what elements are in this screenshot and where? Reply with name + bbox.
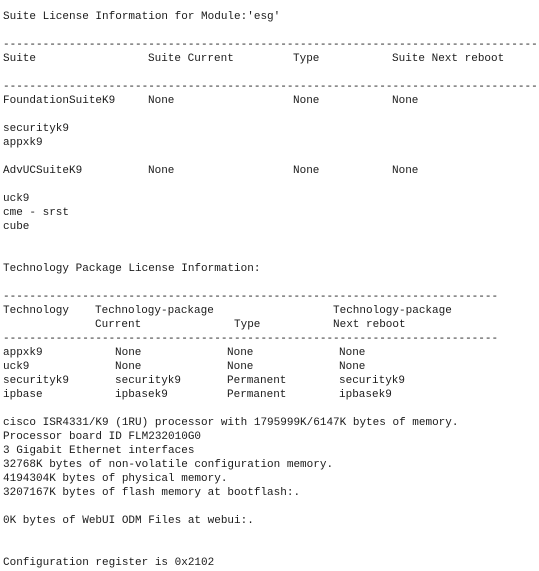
suite-type: None bbox=[293, 95, 320, 107]
tech-row: appxk9 None None None bbox=[3, 346, 533, 360]
tech-next-reboot: None bbox=[339, 361, 366, 373]
terminal-output: Suite License Information for Module:'es… bbox=[3, 10, 539, 570]
tech-type: Permanent bbox=[227, 389, 287, 401]
header-technology-package: Technology-package bbox=[95, 305, 214, 317]
divider-line: ----------------------------------------… bbox=[3, 81, 539, 93]
header-current: Current bbox=[95, 319, 142, 331]
hardware-info-line: cisco ISR4331/K9 (1RU) processor with 17… bbox=[3, 417, 459, 429]
tech-current: None bbox=[115, 361, 142, 373]
tech-current: None bbox=[115, 347, 142, 359]
suite-row: FoundationSuiteK9 None None None bbox=[3, 94, 533, 108]
tech-package-title: Technology Package License Information: bbox=[3, 263, 261, 275]
hardware-info-line: 3207167K bytes of flash memory at bootfl… bbox=[3, 487, 301, 499]
header-technology-package: Technology-package bbox=[333, 305, 452, 317]
suite-next-reboot: None bbox=[392, 165, 419, 177]
divider-line: ----------------------------------------… bbox=[3, 291, 499, 303]
tech-next-reboot: securityk9 bbox=[339, 375, 406, 387]
hardware-info-line: 4194304K bytes of physical memory. bbox=[3, 473, 228, 485]
suite-package: cme - srst bbox=[3, 207, 70, 219]
header-suite-current: Suite Current bbox=[148, 53, 234, 65]
tech-table-header: Technology Technology-package Technology… bbox=[3, 304, 533, 318]
suite-name: AdvUCSuiteK9 bbox=[3, 165, 83, 177]
suite-name: FoundationSuiteK9 bbox=[3, 95, 116, 107]
suite-license-title: Suite License Information for Module:'es… bbox=[3, 11, 281, 23]
header-suite: Suite bbox=[3, 53, 37, 65]
tech-name: uck9 bbox=[3, 361, 30, 373]
tech-name: securityk9 bbox=[3, 375, 70, 387]
suite-next-reboot: None bbox=[392, 95, 419, 107]
webui-info-line: 0K bytes of WebUI ODM Files at webui:. bbox=[3, 515, 254, 527]
tech-table-subheader: Current Type Next reboot bbox=[3, 318, 533, 332]
tech-next-reboot: ipbasek9 bbox=[339, 389, 392, 401]
header-next-reboot: Next reboot bbox=[333, 319, 406, 331]
tech-name: appxk9 bbox=[3, 347, 43, 359]
suite-package: cube bbox=[3, 221, 30, 233]
header-technology: Technology bbox=[3, 305, 70, 317]
tech-current: securityk9 bbox=[115, 375, 182, 387]
suite-package: appxk9 bbox=[3, 137, 43, 149]
suite-current: None bbox=[148, 95, 175, 107]
suite-package: uck9 bbox=[3, 193, 30, 205]
header-type: Type bbox=[293, 53, 320, 65]
suite-package: securityk9 bbox=[3, 123, 70, 135]
hardware-info-line: 3 Gigabit Ethernet interfaces bbox=[3, 445, 195, 457]
suite-current: None bbox=[148, 165, 175, 177]
tech-type: None bbox=[227, 347, 254, 359]
suite-row: AdvUCSuiteK9 None None None bbox=[3, 164, 533, 178]
tech-type: None bbox=[227, 361, 254, 373]
header-suite-next-reboot: Suite Next reboot bbox=[392, 53, 505, 65]
tech-row: uck9 None None None bbox=[3, 360, 533, 374]
tech-next-reboot: None bbox=[339, 347, 366, 359]
tech-row: securityk9 securityk9 Permanent security… bbox=[3, 374, 533, 388]
tech-type: Permanent bbox=[227, 375, 287, 387]
divider-line: ----------------------------------------… bbox=[3, 333, 499, 345]
header-type: Type bbox=[234, 319, 261, 331]
divider-line: ----------------------------------------… bbox=[3, 39, 539, 51]
tech-row: ipbase ipbasek9 Permanent ipbasek9 bbox=[3, 388, 533, 402]
hardware-info-line: Processor board ID FLM232010G0 bbox=[3, 431, 202, 443]
config-register-line: Configuration register is 0x2102 bbox=[3, 557, 215, 569]
tech-current: ipbasek9 bbox=[115, 389, 168, 401]
tech-name: ipbase bbox=[3, 389, 43, 401]
suite-table-header: Suite Suite Current Type Suite Next rebo… bbox=[3, 52, 533, 66]
suite-type: None bbox=[293, 165, 320, 177]
hardware-info-line: 32768K bytes of non-volatile configurati… bbox=[3, 459, 334, 471]
